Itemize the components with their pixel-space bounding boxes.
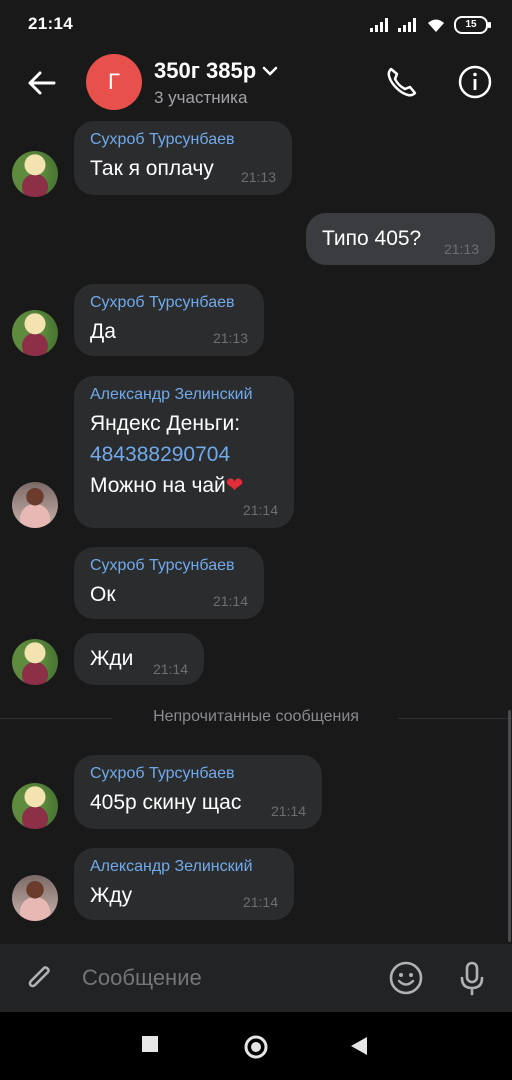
heart-emoji: ❤: [225, 474, 244, 497]
message-time: 21:14: [242, 894, 278, 910]
message-time: 21:13: [240, 169, 276, 185]
chat-title[interactable]: 350г 385р: [154, 58, 278, 84]
message-sender[interactable]: Александр Зелинский: [90, 386, 278, 404]
status-bar: 21:14 15: [0, 0, 512, 48]
message-link[interactable]: 484388290704: [90, 439, 278, 470]
wifi-icon: [428, 19, 444, 32]
nav-home-icon[interactable]: [243, 1034, 269, 1060]
message-list[interactable]: Сухроб Турсунбаев Так я оплачу 21:13 Тип…: [0, 118, 512, 944]
avatar[interactable]: [12, 151, 58, 197]
message-bubble[interactable]: Сухроб Турсунбаев Так я оплачу 21:13: [74, 121, 292, 195]
status-icons: 15: [370, 16, 491, 34]
signal-icon: [370, 18, 388, 32]
message-bubble[interactable]: Сухроб Турсунбаев 405р скину щас 21:14: [74, 755, 322, 829]
nav-back-icon[interactable]: [350, 1036, 368, 1056]
message-time: 21:14: [270, 803, 306, 819]
message-text: Яндекс Деньги:: [90, 412, 241, 435]
signal-icon-2: [398, 18, 416, 32]
chat-title-text: 350г 385р: [154, 58, 257, 83]
avatar[interactable]: [12, 310, 58, 356]
battery-icon: 15: [454, 16, 491, 34]
message-text: Можно на чай: [90, 474, 226, 497]
message-time: 21:14: [212, 593, 248, 609]
divider-line: [398, 718, 512, 719]
message-sender[interactable]: Сухроб Турсунбаев: [90, 765, 306, 783]
message-bubble[interactable]: Александр Зелинский Жду 21:14: [74, 848, 294, 920]
chat-avatar-letter: Г: [108, 69, 120, 94]
battery-level: 15: [465, 19, 477, 30]
message-text-line: Можно на чай❤: [90, 470, 278, 501]
composer: [0, 944, 512, 1012]
avatar[interactable]: [12, 639, 58, 685]
emoji-icon[interactable]: [386, 958, 426, 998]
message-bubble-outgoing[interactable]: Типо 405? 21:13: [306, 213, 495, 265]
message-time: 21:14: [152, 661, 188, 677]
message-sender[interactable]: Сухроб Турсунбаев: [90, 557, 248, 575]
attach-icon[interactable]: [20, 958, 60, 998]
message-bubble[interactable]: Жди 21:14: [74, 633, 204, 685]
chat-participants: 3 участника: [154, 88, 248, 107]
nav-recents-icon[interactable]: [142, 1036, 158, 1052]
message-time: 21:14: [242, 502, 278, 518]
unread-divider-label: Непрочитанные сообщения: [153, 708, 359, 725]
scrollbar[interactable]: [508, 710, 511, 942]
avatar[interactable]: [12, 482, 58, 528]
chevron-down-icon: [262, 66, 278, 76]
chat-header: Г 350г 385р 3 участника: [0, 48, 512, 118]
phone-icon[interactable]: [382, 62, 422, 102]
info-icon[interactable]: [455, 62, 495, 102]
status-time: 21:14: [28, 14, 73, 33]
message-time: 21:13: [212, 330, 248, 346]
unread-divider: Непрочитанные сообщения: [0, 708, 512, 728]
message-time: 21:13: [443, 241, 479, 257]
message-input[interactable]: [80, 964, 374, 992]
message-bubble[interactable]: Сухроб Турсунбаев Да 21:13: [74, 284, 264, 356]
mic-icon[interactable]: [452, 958, 492, 998]
message-sender[interactable]: Сухроб Турсунбаев: [90, 131, 276, 149]
message-bubble[interactable]: Сухроб Турсунбаев Ок 21:14: [74, 547, 264, 619]
message-sender[interactable]: Сухроб Турсунбаев: [90, 294, 248, 312]
avatar[interactable]: [12, 875, 58, 921]
system-navbar: [0, 1012, 512, 1080]
message-sender[interactable]: Александр Зелинский: [90, 858, 278, 876]
back-arrow-icon[interactable]: [24, 65, 60, 101]
chat-avatar[interactable]: Г: [86, 54, 142, 110]
message-bubble[interactable]: Александр Зелинский Яндекс Деньги: 48438…: [74, 376, 294, 528]
avatar[interactable]: [12, 783, 58, 829]
